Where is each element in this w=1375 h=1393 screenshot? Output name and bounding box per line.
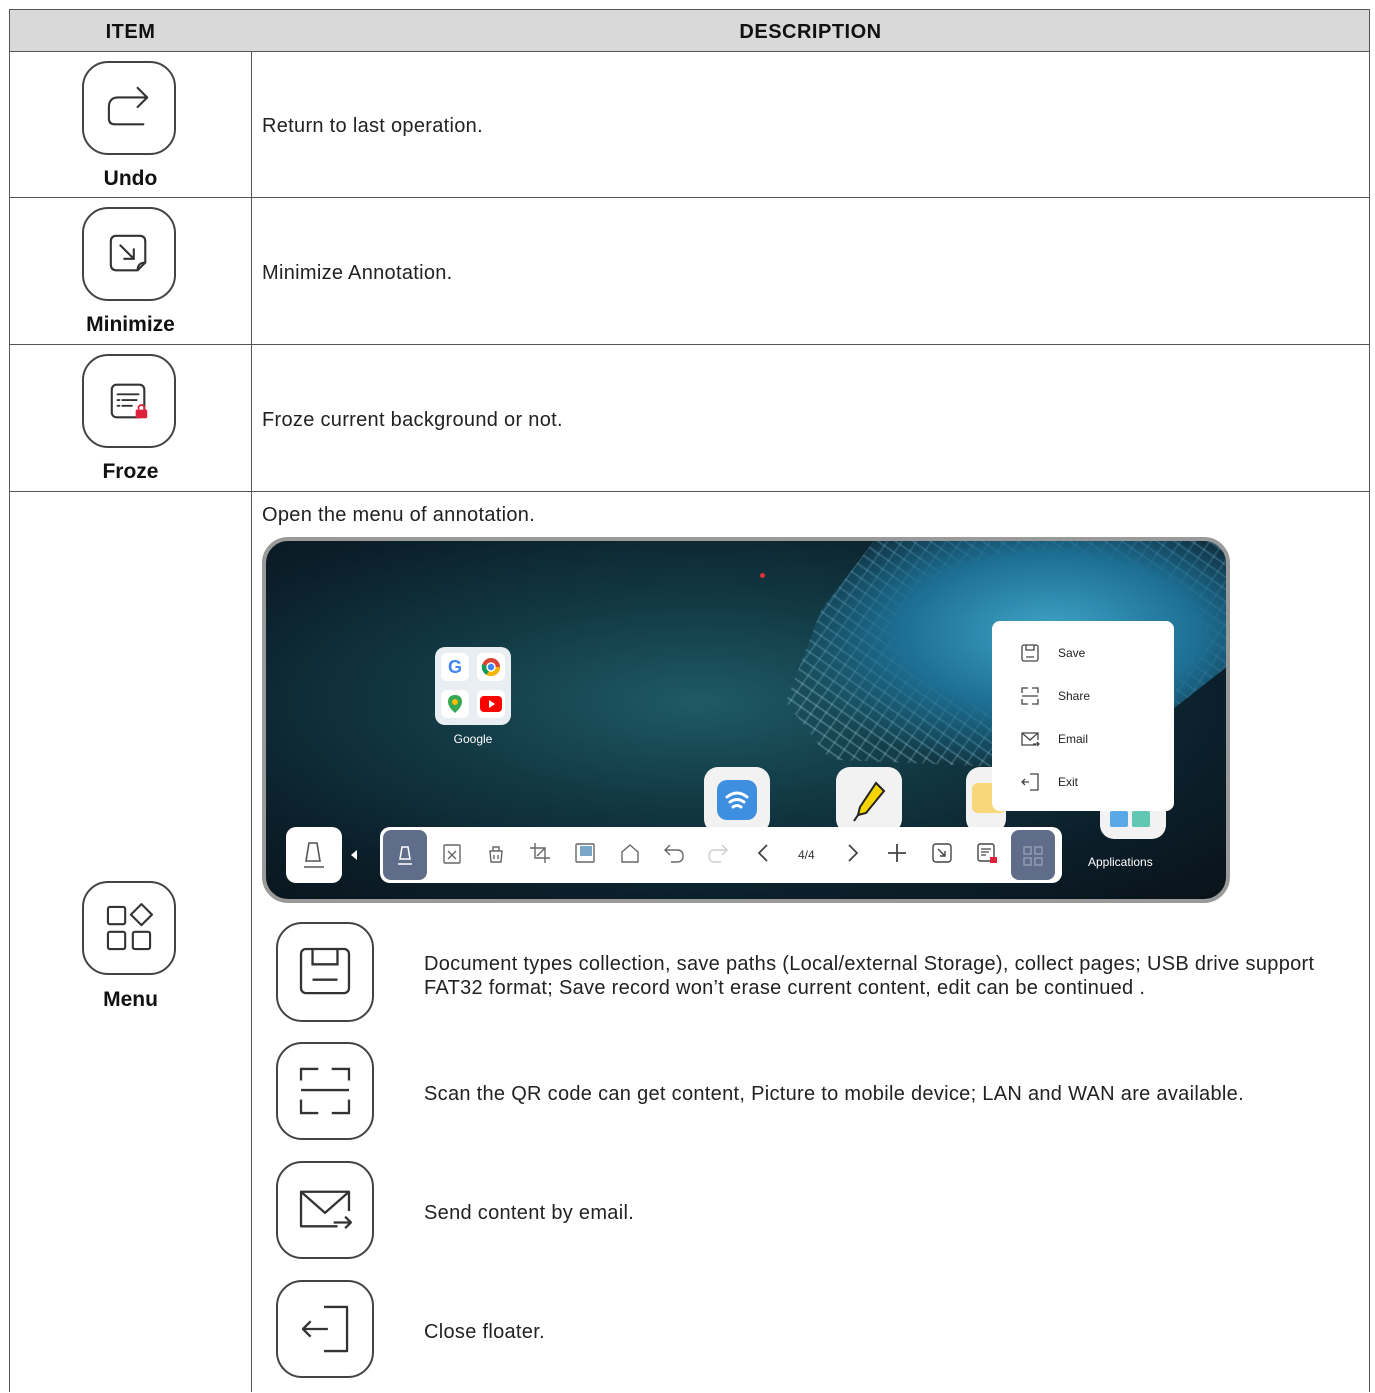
item-label: Minimize (86, 313, 175, 336)
item-label: Froze (102, 460, 159, 483)
minimize-icon (82, 207, 176, 301)
item-cell: Undo (10, 52, 251, 197)
email-icon (276, 1161, 374, 1259)
freeze-button[interactable] (965, 827, 1009, 883)
redo-arrow-icon (82, 61, 176, 155)
save-icon (276, 922, 374, 1022)
redo-button[interactable] (696, 827, 740, 883)
email-icon (1021, 732, 1040, 747)
google-icon: G (441, 653, 469, 681)
annotation-popup-menu: Save Share Email Exit (992, 621, 1174, 811)
eraser-button[interactable] (430, 827, 474, 883)
description-text: Froze current background or not. (262, 409, 563, 431)
table-row: Froze Froze current background or not. (10, 345, 1369, 492)
prev-page-button[interactable] (742, 827, 786, 883)
menu-item-description: Scan the QR code can get content, Pictur… (424, 1083, 1244, 1105)
background-button[interactable] (563, 827, 607, 883)
save-icon (1021, 644, 1039, 662)
annotation-toolbar: 4/4 (380, 827, 1062, 883)
table-row: Menu Open the menu of annotation. G Goog… (10, 492, 1369, 1393)
item-cell: Minimize (10, 198, 251, 344)
menu-grid-icon (82, 881, 176, 975)
collapse-arrow-icon[interactable] (350, 849, 358, 861)
menu-item-description: Send content by email. (424, 1202, 635, 1224)
description-cell: Minimize Annotation. (252, 198, 1369, 344)
menu-item-description: Document types collection, save paths (L… (424, 953, 1315, 999)
minimize-button[interactable] (920, 827, 964, 883)
item-header: ITEM (105, 21, 156, 43)
annotation-screenshot: G Google Applications Save Share Email E… (262, 537, 1230, 903)
description-text: Minimize Annotation. (262, 262, 453, 284)
table-header: ITEM DESCRIPTION (10, 10, 1369, 52)
add-page-button[interactable] (875, 827, 919, 883)
share-qr-icon (276, 1042, 374, 1140)
item-label: Menu (103, 988, 158, 1011)
next-page-button[interactable] (830, 827, 874, 883)
menu-item-description: Close floater. (424, 1321, 545, 1343)
description-cell: Open the menu of annotation. G Google Ap… (252, 492, 1369, 1393)
feature-table: ITEM DESCRIPTION Undo Return to last ope… (9, 9, 1370, 1392)
item-cell: Menu (10, 492, 251, 1393)
pen-tool-button[interactable] (383, 830, 427, 880)
maps-icon (441, 690, 469, 718)
description-text: Return to last operation. (262, 115, 483, 137)
shapes-button[interactable] (608, 827, 652, 883)
folder-label: Google (453, 732, 493, 746)
clear-button[interactable] (474, 827, 518, 883)
page-indicator: 4/4 (798, 848, 815, 862)
description-text: Open the menu of annotation. (262, 504, 536, 526)
item-cell: Froze (10, 345, 251, 491)
chrome-icon (477, 653, 505, 681)
pen-app-icon[interactable] (836, 767, 902, 833)
table-row: Minimize Minimize Annotation. (10, 198, 1369, 345)
crop-button[interactable] (518, 827, 562, 883)
applications-label: Applications (1088, 855, 1153, 869)
red-dot (760, 573, 765, 578)
undo-button[interactable] (652, 827, 696, 883)
youtube-icon (477, 690, 505, 718)
wifi-app-icon[interactable] (704, 767, 770, 833)
description-cell: Froze current background or not. (252, 345, 1369, 491)
share-qr-icon (1021, 687, 1039, 705)
description-cell: Return to last operation. (252, 52, 1369, 197)
item-label: Undo (103, 167, 158, 190)
freeze-background-icon (82, 354, 176, 448)
exit-icon (1021, 773, 1039, 791)
menu-button[interactable] (1011, 830, 1055, 880)
google-folder[interactable]: G (435, 647, 511, 725)
table-row: Undo Return to last operation. (10, 52, 1369, 198)
description-header: DESCRIPTION (739, 21, 882, 43)
pen-toggle-button[interactable] (286, 827, 342, 883)
exit-icon (276, 1280, 374, 1378)
